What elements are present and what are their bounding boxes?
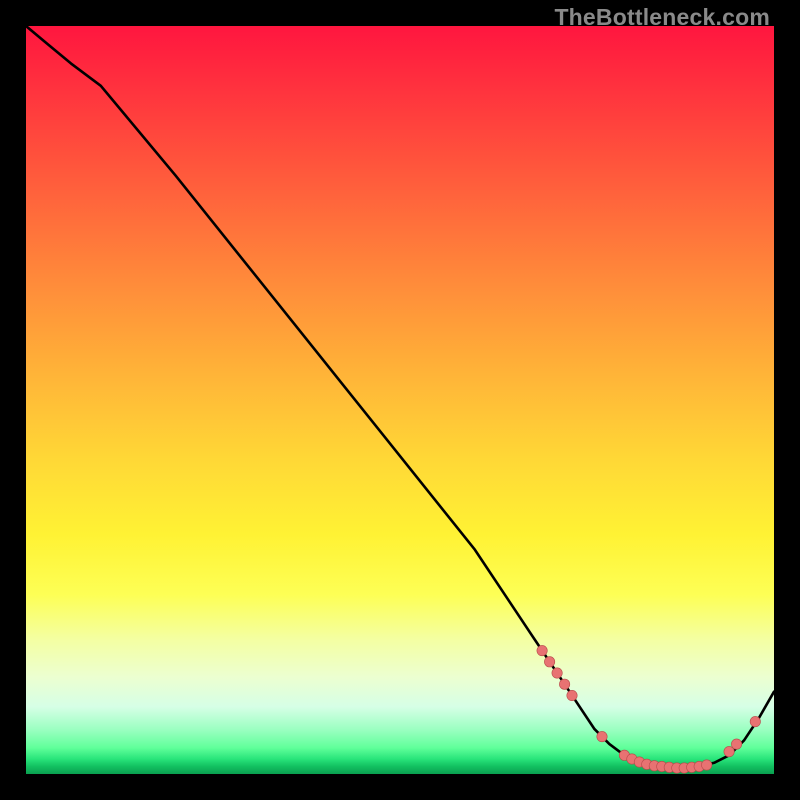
curve-marker bbox=[567, 690, 577, 700]
curve-marker bbox=[552, 668, 562, 678]
curve-marker bbox=[750, 716, 760, 726]
chart-frame: TheBottleneck.com bbox=[0, 0, 800, 800]
bottleneck-curve bbox=[26, 26, 774, 768]
curve-marker bbox=[702, 760, 712, 770]
curve-markers bbox=[537, 645, 761, 773]
curve-marker bbox=[559, 679, 569, 689]
curve-marker bbox=[544, 657, 554, 667]
curve-marker bbox=[731, 739, 741, 749]
curve-marker bbox=[537, 645, 547, 655]
watermark-text: TheBottleneck.com bbox=[554, 4, 770, 31]
chart-plot-area bbox=[26, 26, 774, 774]
chart-svg bbox=[26, 26, 774, 774]
curve-marker bbox=[597, 731, 607, 741]
